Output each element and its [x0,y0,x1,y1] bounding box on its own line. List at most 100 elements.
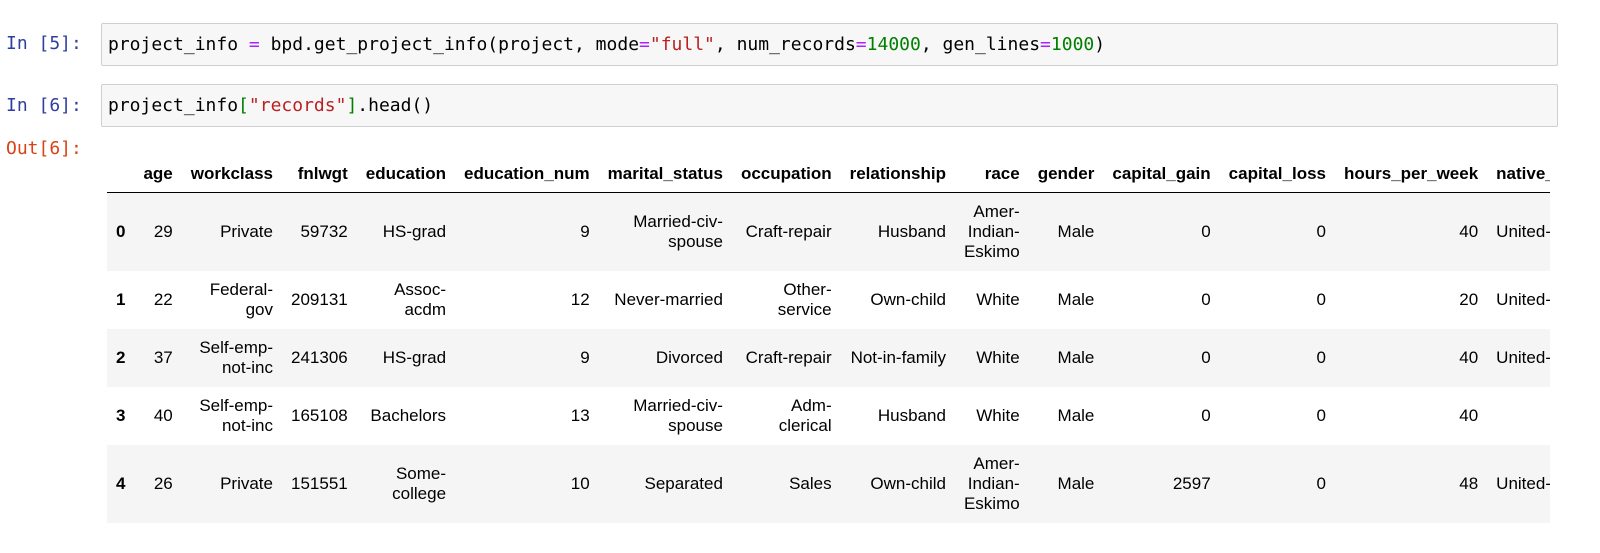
output-6-prompt: Out[6]: [6,138,82,159]
table-cell: Male [1057,289,1095,309]
row-index: 0 [116,221,126,241]
table-row: 1 22 Federal-gov 209131 Assoc-acdm 12 Never-ma… [107,271,1550,329]
table-cell: Male [1057,347,1095,367]
table-cell: Amer-Indian-Eskimo [963,201,1020,261]
row-index: 2 [116,347,126,367]
code-token: 14000 [866,34,921,55]
table-cell: 29 [153,221,173,241]
table-cell: Some-college [392,463,447,503]
code-token: = [1040,34,1051,55]
code-token: "full" [649,34,715,55]
code-token: bpd.get_project_info(project, mode [259,34,640,55]
table-cell: 0 [1316,289,1326,309]
cell-6-prompt: In [6]: [6,95,82,116]
code-token: "records" [248,95,347,116]
table-cell: Bachelors [370,405,447,425]
table-cell: Husband [877,221,946,241]
table-cell: 241306 [291,347,348,367]
table-cell: Self-emp-not-inc [199,337,273,377]
code-token: [ [238,95,249,116]
table-cell: Married-civ-spouse [633,211,723,251]
code-token: = [248,34,260,55]
table-cell: 37 [153,347,173,367]
table-cell: 40 [1459,221,1479,241]
table-cell: 48 [1459,473,1479,493]
code-token: , gen_lines [920,34,1041,55]
table-cell: Own-child [870,289,946,309]
table-cell: Self-emp-not-inc [199,395,273,435]
code-token: , num_records [714,34,856,55]
column-header-native-country: native_country [1487,155,1550,193]
table-cell: 26 [153,473,173,493]
table-cell: HS-grad [382,347,447,367]
column-header-age: age [134,155,182,193]
table-cell: 13 [570,405,590,425]
column-header-hours-per-week: hours_per_week [1334,155,1488,193]
code-token: project_info [108,95,239,116]
cell-5-prompt: In [5]: [6,33,82,54]
table-cell: Craft-repair [745,347,832,367]
row-index: 4 [116,473,126,493]
code-token: = [639,34,650,55]
table-cell: 0 [1316,405,1326,425]
table-cell: Married-civ-spouse [633,395,723,435]
table-cell: Federal-gov [209,279,273,319]
code-token: ] [346,95,358,116]
table-cell: Amer-Indian-Eskimo [963,453,1020,513]
code-token: .head() [357,95,434,116]
column-header-fnlwgt: fnlwgt [282,155,357,193]
table-header-row: age workclass fnlwgt education education_num… [107,155,1550,193]
table-row: 3 40 Self-emp-not-inc 165108 Bachelors 13 Marr… [107,387,1550,445]
table-cell: HS-grad [382,221,447,241]
table-cell: Husband [877,405,946,425]
row-index: 3 [116,405,126,425]
column-header-education-num: education_num [455,155,599,193]
column-header-relationship: relationship [840,155,955,193]
table-cell: 0 [1201,221,1211,241]
table-cell [1487,387,1550,445]
table-cell: White [976,405,1020,425]
table-cell: 165108 [291,405,348,425]
table-cell: 9 [580,347,590,367]
table-cell: 0 [1201,347,1211,367]
table-cell: Adm-clerical [778,395,832,435]
records-table: age workclass fnlwgt education education_num… [107,155,1550,523]
table-cell: United-States [1496,473,1550,493]
code-token: project_info [108,34,249,55]
table-cell: 40 [1459,347,1479,367]
table-cell: 40 [153,405,173,425]
code-token: ) [1094,34,1106,55]
table-row: 2 37 Self-emp-not-inc 241306 HS-grad 9 Divorce… [107,328,1550,387]
code-cell-6[interactable]: project_info["records"] .head() [101,84,1558,127]
table-cell: 59732 [300,221,348,241]
column-header-workclass: workclass [181,155,282,193]
table-cell: Separated [644,473,723,493]
table-cell: White [976,347,1020,367]
table-cell: United-States [1496,289,1550,309]
table-cell: 20 [1459,289,1479,309]
table-cell: Not-in-family [850,347,946,367]
table-cell: 22 [153,289,173,309]
table-cell: 0 [1316,347,1326,367]
table-cell: Never-married [614,289,723,309]
column-header-capital-loss: capital_loss [1219,155,1335,193]
table-cell: United-States [1496,221,1550,241]
table-cell: 9 [580,221,590,241]
column-header-marital-status: marital_status [598,155,732,193]
table-cell: Own-child [870,473,946,493]
table-cell: 0 [1201,289,1211,309]
code-cell-5[interactable]: project_info = bpd.get_project_info(proj… [101,23,1558,66]
code-token: 1000 [1050,34,1095,55]
table-cell: Male [1057,405,1095,425]
column-header-gender: gender [1028,155,1104,193]
table-cell: White [976,289,1020,309]
table-cell: 151551 [291,473,348,493]
table-cell: Divorced [655,347,723,367]
table-cell: Sales [789,473,832,493]
table-cell: 2597 [1172,473,1211,493]
table-cell: 12 [570,289,590,309]
table-cell: Assoc-acdm [394,279,447,319]
table-cell: Private [220,221,273,241]
table-cell: 0 [1201,405,1211,425]
column-header-race: race [954,155,1029,193]
